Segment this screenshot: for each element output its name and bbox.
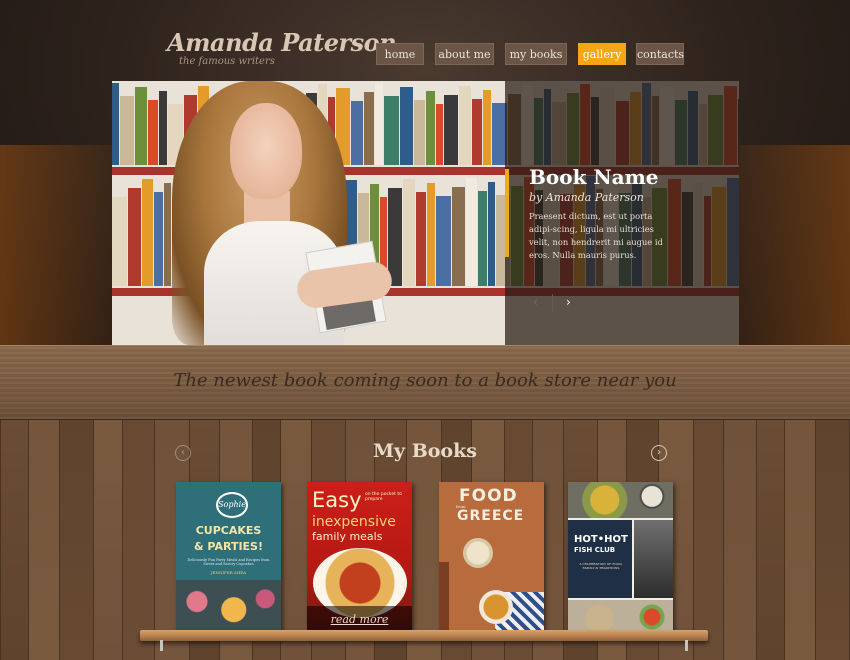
cover-title: family meals [312, 530, 383, 543]
slide-description: Praesent dictum, est ut porta adipi-scin… [529, 211, 663, 260]
book-spine [375, 83, 383, 165]
book-spine [426, 91, 435, 165]
book-spine [400, 87, 413, 165]
site-logo-title[interactable]: Amanda Paterson [167, 28, 397, 57]
cover-title-small: on the pocket to prepare [365, 492, 402, 502]
cover-image [479, 590, 513, 624]
book-spine [427, 183, 435, 286]
book-spine [112, 83, 119, 165]
cover-blurb: Deliciously Fun Party Meals and Recipes … [187, 558, 270, 566]
book-spine [142, 179, 153, 286]
book-spine [159, 91, 167, 165]
book-spine [164, 183, 171, 286]
caption-accent-bar [505, 169, 509, 257]
slide-book-author: by Amanda Paterson [529, 191, 644, 204]
book-spine [351, 101, 363, 165]
cover-image [463, 538, 493, 568]
slider-prev-icon[interactable]: ‹ [533, 295, 538, 309]
book-spine [444, 95, 458, 165]
cover-title: Easy [312, 488, 362, 512]
slider-next-icon[interactable]: › [566, 295, 571, 309]
my-books-heading: My Books [373, 440, 477, 462]
nav-about-me[interactable]: about me [435, 43, 494, 65]
nav-contacts[interactable]: contacts [636, 43, 684, 65]
cover-image [568, 482, 673, 518]
cover-title: GREECE [457, 508, 525, 524]
books-prev-arrow-icon[interactable]: ‹ [175, 445, 191, 461]
book-spine [120, 96, 134, 165]
cover-title: & PARTIES! [193, 540, 263, 553]
cover-subtitle: A CELEBRATION OF FOOD, FAMILY & TRADITIO… [579, 562, 623, 570]
cover-title: FOOD [459, 486, 518, 506]
books-next-arrow-icon[interactable]: › [651, 445, 667, 461]
book-shelf [140, 630, 708, 641]
book-spine [384, 96, 399, 165]
book-spine [364, 92, 374, 165]
book-cover-food-greece[interactable]: FOOD from GREECE [439, 482, 544, 634]
book-spine [403, 179, 415, 286]
book-spine [452, 187, 465, 286]
book-spine [436, 196, 451, 286]
banner-tagline: The newest book coming soon to a book st… [173, 370, 677, 391]
book-cover-cupcakes[interactable]: Sophie CUPCAKES & PARTIES! Deliciously F… [176, 482, 281, 634]
slide-caption: Book Name by Amanda Paterson Praesent di… [505, 81, 739, 345]
book-spine [483, 90, 491, 165]
slide-book-title[interactable]: Book Name [529, 165, 659, 189]
book-spine [488, 182, 495, 286]
book-spine [436, 104, 443, 165]
book-spine [148, 100, 158, 165]
book-spine [135, 87, 147, 165]
publisher-badge: Sophie [216, 492, 248, 518]
cover-author: JENNIFER SHEA [210, 570, 247, 575]
cover-image [568, 600, 673, 634]
cover-title: HOT•HOT [574, 534, 628, 545]
shelf-bracket [160, 640, 163, 651]
book-cover-hot-fish-club[interactable]: HOT•HOT FISH CLUB A CELEBRATION OF FOOD,… [568, 482, 673, 634]
nav-my-books[interactable]: my books [505, 43, 567, 65]
cover-title-panel [568, 520, 632, 598]
slider-nav-divider [552, 294, 553, 312]
nav-gallery[interactable]: gallery [578, 43, 626, 65]
book-spine [472, 99, 482, 165]
cover-title: FISH CLUB [574, 546, 616, 554]
cover-title: CUPCAKES [195, 524, 262, 537]
book-spine [388, 188, 402, 286]
book-spine [466, 178, 477, 286]
book-spine [478, 191, 487, 286]
book-spine [154, 192, 163, 286]
cover-title: inexpensive [312, 514, 396, 530]
hero-slider: Book Name by Amanda Paterson Praesent di… [112, 81, 739, 345]
book-spine [459, 86, 471, 165]
cover-image [176, 580, 281, 634]
book-spine [414, 100, 425, 165]
book-spine [128, 188, 141, 286]
book-cover-easy-meals[interactable]: Easy on the pocket to prepare inexpensiv… [307, 482, 412, 634]
site-logo-subtitle: the famous writers [179, 56, 275, 67]
nav-home[interactable]: home [376, 43, 424, 65]
cover-image [634, 520, 673, 598]
shelf-bracket [685, 640, 688, 651]
cover-image [439, 562, 449, 634]
book-spine [416, 192, 426, 286]
portrait-face [230, 103, 302, 199]
book-spine [112, 197, 127, 286]
